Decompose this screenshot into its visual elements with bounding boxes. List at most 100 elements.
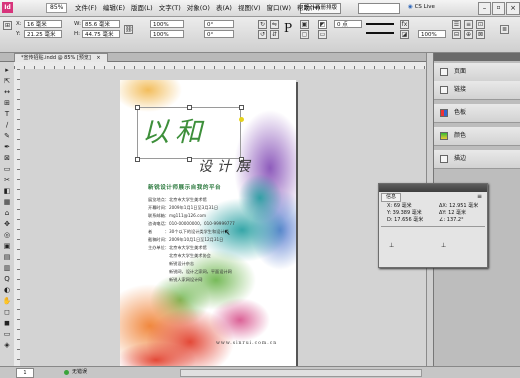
stroke-style-preview[interactable] [366, 23, 394, 25]
info-menu-icon[interactable]: ≡ [477, 193, 482, 200]
stroke-weight-field[interactable]: 0 点 [334, 20, 362, 28]
rotate-ccw-icon[interactable]: ↺ [258, 30, 267, 39]
menu-item[interactable]: 表(A) [213, 0, 235, 16]
tool-button-22[interactable]: ◻ [2, 308, 12, 317]
document-tab[interactable]: *宣传招贴.indd @ 85% [预览] × [14, 53, 108, 62]
tool-button-21[interactable]: ✋ [2, 297, 12, 306]
tool-button-15[interactable]: ◎ [2, 231, 12, 240]
panel-pages[interactable]: 页面 [434, 63, 520, 82]
tool-button-0[interactable]: ▸ [2, 66, 12, 75]
tool-button-23[interactable]: ◼ [2, 319, 12, 328]
menu-item[interactable]: 文件(F) [72, 0, 100, 16]
tool-button-5[interactable]: ∕ [2, 121, 12, 130]
w-field[interactable]: 85.6 毫米 [82, 20, 120, 28]
fill-frame-icon[interactable]: ⊠ [476, 30, 485, 39]
panel-dock-header[interactable] [434, 53, 520, 61]
rotate-cw-icon[interactable]: ↻ [258, 20, 267, 29]
align-icon[interactable]: ≡ [464, 20, 473, 29]
panel-menu-icon[interactable]: ≣ [500, 25, 509, 34]
tool-button-4[interactable]: T [2, 110, 12, 119]
constrain-proportions-icon[interactable]: ⛓ [124, 25, 133, 34]
tool-button-16[interactable]: ▣ [2, 242, 12, 251]
frame-handle[interactable] [135, 157, 140, 162]
scale-y-field[interactable]: 100% [150, 30, 184, 38]
frame-handle[interactable] [239, 117, 244, 122]
stroke-swatch-icon[interactable]: ▭ [318, 30, 327, 39]
tool-button-1[interactable]: ⇱ [2, 77, 12, 86]
opacity-field[interactable]: 100% [418, 30, 446, 38]
panel-color[interactable]: 颜色 [434, 127, 520, 146]
tool-button-17[interactable]: ▤ [2, 253, 12, 262]
tool-button-3[interactable]: ⊞ [2, 99, 12, 108]
tool-button-11[interactable]: ◧ [2, 187, 12, 196]
preflight-status-text[interactable]: 无错误 [72, 367, 87, 378]
drop-shadow-icon[interactable]: ◪ [400, 30, 409, 39]
divider [381, 226, 485, 227]
panel-links[interactable]: 链接 [434, 81, 520, 100]
info-panel-header[interactable] [379, 184, 487, 192]
stroke-icon [440, 155, 448, 163]
rotate-field[interactable]: 0° [204, 20, 234, 28]
menu-item[interactable]: 对象(O) [184, 0, 213, 16]
cs-live-icon: ◉ [408, 4, 413, 10]
text-wrap-icon[interactable]: ☰ [452, 20, 461, 29]
frame-handle[interactable] [239, 105, 244, 110]
close-button[interactable]: × [506, 2, 520, 15]
close-tab-icon[interactable]: × [96, 55, 100, 61]
effects-icon[interactable]: fx [400, 20, 409, 29]
menu-item[interactable]: 视图(V) [235, 0, 264, 16]
cs-live-button[interactable]: ◉ CS Live [408, 3, 435, 12]
reference-point-icon[interactable]: ⊞ [3, 21, 12, 30]
tool-button-18[interactable]: ▥ [2, 264, 12, 273]
tool-button-19[interactable]: Q [2, 275, 12, 284]
fill-info-icon: ⊥ [389, 242, 395, 249]
tool-button-9[interactable]: ▭ [2, 165, 12, 174]
menu-item[interactable]: 版面(L) [128, 0, 156, 16]
panel-pages-label: 页面 [454, 68, 467, 75]
menu-item[interactable]: 编辑(E) [100, 0, 128, 16]
flip-horizontal-icon[interactable]: ⇋ [270, 20, 279, 29]
search-field[interactable] [358, 3, 400, 14]
menu-item[interactable]: 帮助(H) [294, 0, 323, 16]
tool-button-2[interactable]: ↔ [2, 88, 12, 97]
flip-vertical-icon[interactable]: ⇵ [270, 30, 279, 39]
tool-button-6[interactable]: ✎ [2, 132, 12, 141]
tool-button-13[interactable]: ⌂ [2, 209, 12, 218]
tool-button-12[interactable]: ▦ [2, 198, 12, 207]
zoom-level[interactable]: 85% [46, 3, 68, 13]
info-tab[interactable]: 信息 [381, 193, 402, 202]
h-field[interactable]: 44.75 毫米 [82, 30, 120, 38]
tool-button-8[interactable]: ⊠ [2, 154, 12, 163]
panel-swatches[interactable]: 色板 [434, 104, 520, 123]
minimize-button[interactable]: – [478, 2, 491, 15]
info-panel[interactable]: 信息 ≡ X: 69 毫米 Y: 39.389 毫米 D: 17.656 毫米 … [378, 183, 488, 268]
tool-button-7[interactable]: ✒ [2, 143, 12, 152]
y-field[interactable]: 21.25 毫米 [24, 30, 62, 38]
fill-swatch-icon[interactable]: ◩ [318, 20, 327, 29]
center-content-icon[interactable]: ⊕ [464, 30, 473, 39]
panel-stroke[interactable]: 描边 [434, 150, 520, 169]
restore-button[interactable]: ▫ [492, 2, 505, 15]
paragraph-icon[interactable]: P [284, 21, 292, 35]
menu-item[interactable]: 窗口(W) [264, 0, 295, 16]
scale-x-field[interactable]: 100% [150, 20, 184, 28]
select-container-icon[interactable]: ▣ [300, 20, 309, 29]
poster-title-sub: 设计展 [198, 159, 255, 175]
tool-button-24[interactable]: ▭ [2, 330, 12, 339]
fit-content-icon[interactable]: ⊟ [452, 30, 461, 39]
tool-button-20[interactable]: ◐ [2, 286, 12, 295]
frame-handle[interactable] [187, 157, 192, 162]
poster-page[interactable]: 以和 设计展 新锐设计师展示自我的平台 展览地点：北京市大学生美术馆 开幕时间：… [120, 80, 296, 366]
menu-item[interactable]: 文字(T) [156, 0, 184, 16]
shear-field[interactable]: 0° [204, 30, 234, 38]
tool-button-25[interactable]: ◈ [2, 341, 12, 350]
fit-frame-icon[interactable]: ⊡ [476, 20, 485, 29]
preflight-status-icon [64, 370, 69, 375]
select-content-icon[interactable]: ▢ [300, 30, 309, 39]
x-field[interactable]: 16 毫米 [24, 20, 62, 28]
horizontal-scrollbar[interactable] [180, 369, 422, 377]
tool-button-10[interactable]: ✂ [2, 176, 12, 185]
tool-button-14[interactable]: ✥ [2, 220, 12, 229]
frame-handle[interactable] [135, 105, 140, 110]
stroke-type-preview[interactable] [366, 32, 394, 34]
